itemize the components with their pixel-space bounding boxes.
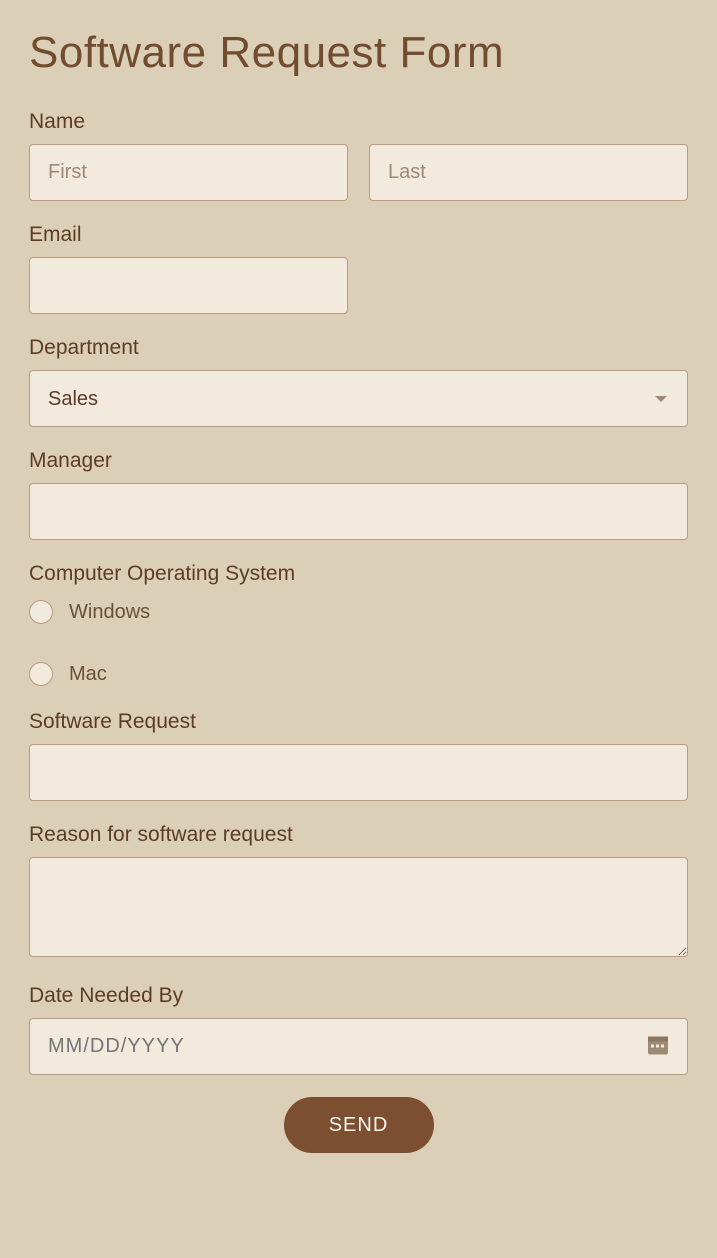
os-option-label: Windows: [69, 601, 150, 624]
manager-label: Manager: [29, 449, 688, 473]
date-label: Date Needed By: [29, 984, 688, 1008]
os-option-windows[interactable]: Windows: [29, 600, 688, 624]
software-group: Software Request: [29, 710, 688, 801]
send-button[interactable]: SEND: [284, 1097, 434, 1153]
reason-label: Reason for software request: [29, 823, 688, 847]
email-label: Email: [29, 223, 688, 247]
manager-group: Manager: [29, 449, 688, 540]
form-title: Software Request Form: [29, 28, 688, 78]
software-input[interactable]: [29, 744, 688, 801]
manager-input[interactable]: [29, 483, 688, 540]
os-option-mac[interactable]: Mac: [29, 662, 688, 686]
email-input[interactable]: [29, 257, 348, 314]
name-group: Name: [29, 110, 688, 201]
reason-group: Reason for software request: [29, 823, 688, 962]
date-input[interactable]: [29, 1018, 688, 1075]
department-group: Department Sales: [29, 336, 688, 427]
radio-icon: [29, 662, 53, 686]
name-label: Name: [29, 110, 688, 134]
first-name-input[interactable]: [29, 144, 348, 201]
department-label: Department: [29, 336, 688, 360]
os-group: Computer Operating System Windows Mac: [29, 562, 688, 686]
os-label: Computer Operating System: [29, 562, 688, 586]
department-select[interactable]: Sales: [29, 370, 688, 427]
reason-textarea[interactable]: [29, 857, 688, 957]
date-group: Date Needed By: [29, 984, 688, 1075]
last-name-input[interactable]: [369, 144, 688, 201]
os-option-label: Mac: [69, 663, 107, 686]
radio-icon: [29, 600, 53, 624]
email-group: Email: [29, 223, 688, 314]
software-label: Software Request: [29, 710, 688, 734]
